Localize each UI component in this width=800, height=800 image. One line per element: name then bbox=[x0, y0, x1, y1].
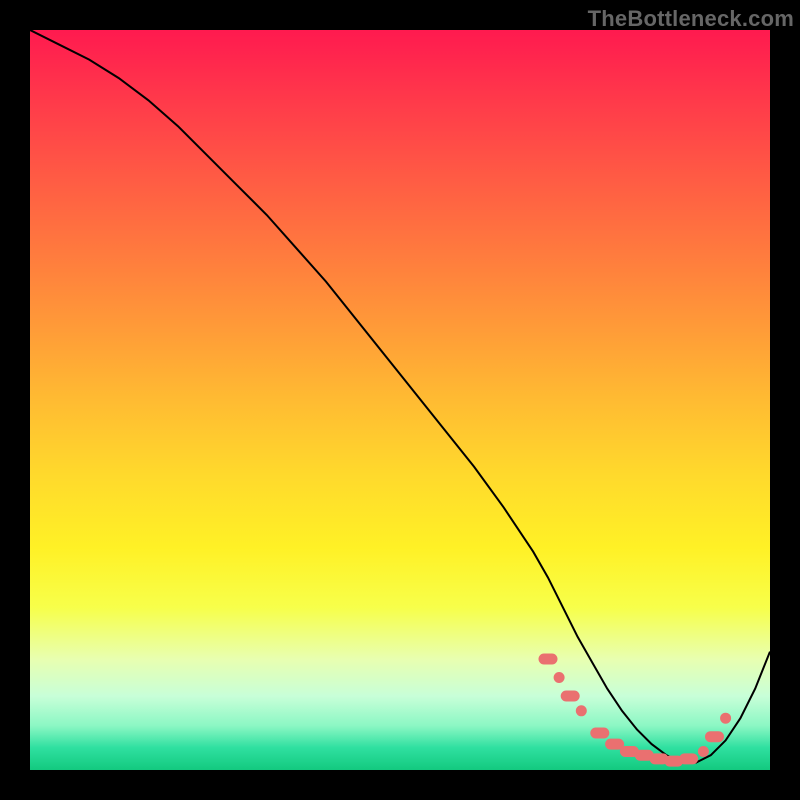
curve-marker bbox=[539, 654, 557, 664]
curve-marker bbox=[680, 754, 698, 764]
curve-marker bbox=[576, 706, 586, 716]
curve-marker bbox=[698, 747, 708, 757]
bottleneck-curve bbox=[30, 30, 770, 763]
curve-marker bbox=[721, 713, 731, 723]
curve-marker bbox=[554, 673, 564, 683]
plot-area bbox=[30, 30, 770, 770]
chart-overlay bbox=[30, 30, 770, 770]
watermark-text: TheBottleneck.com bbox=[588, 6, 794, 32]
curve-marker bbox=[561, 691, 579, 701]
curve-marker bbox=[706, 732, 724, 742]
curve-marker bbox=[606, 739, 624, 749]
chart-frame: TheBottleneck.com bbox=[0, 0, 800, 800]
curve-marker bbox=[591, 728, 609, 738]
markers-group bbox=[539, 654, 731, 766]
